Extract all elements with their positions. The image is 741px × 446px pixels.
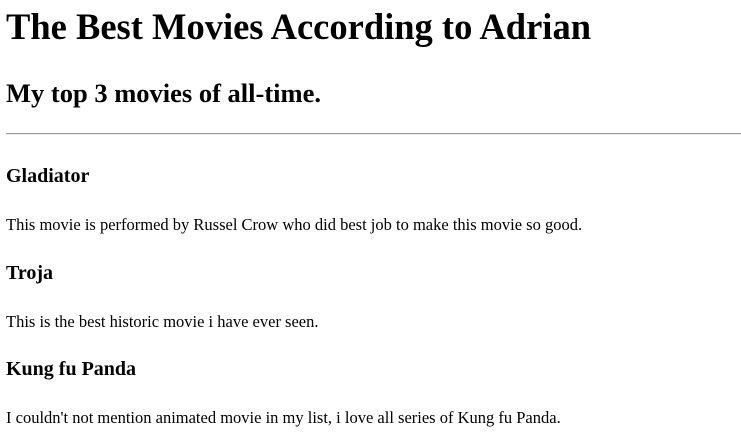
movie-description-gladiator: This movie is performed by Russel Crow w… bbox=[6, 215, 583, 234]
movie-title-troja: Troja bbox=[6, 262, 54, 284]
movie-title-kung-fu-panda: Kung fu Panda bbox=[6, 358, 137, 380]
movie-title-gladiator: Gladiator bbox=[6, 165, 90, 187]
horizontal-divider bbox=[6, 133, 741, 135]
page-subtitle: My top 3 movies of all-time. bbox=[6, 78, 321, 108]
movie-description-kung-fu-panda: I couldn't not mention animated movie in… bbox=[6, 408, 561, 427]
page: The Best Movies According to Adrian My t… bbox=[0, 0, 741, 446]
movie-description-troja: This is the best historic movie i have e… bbox=[6, 312, 319, 331]
page-title: The Best Movies According to Adrian bbox=[6, 6, 591, 47]
